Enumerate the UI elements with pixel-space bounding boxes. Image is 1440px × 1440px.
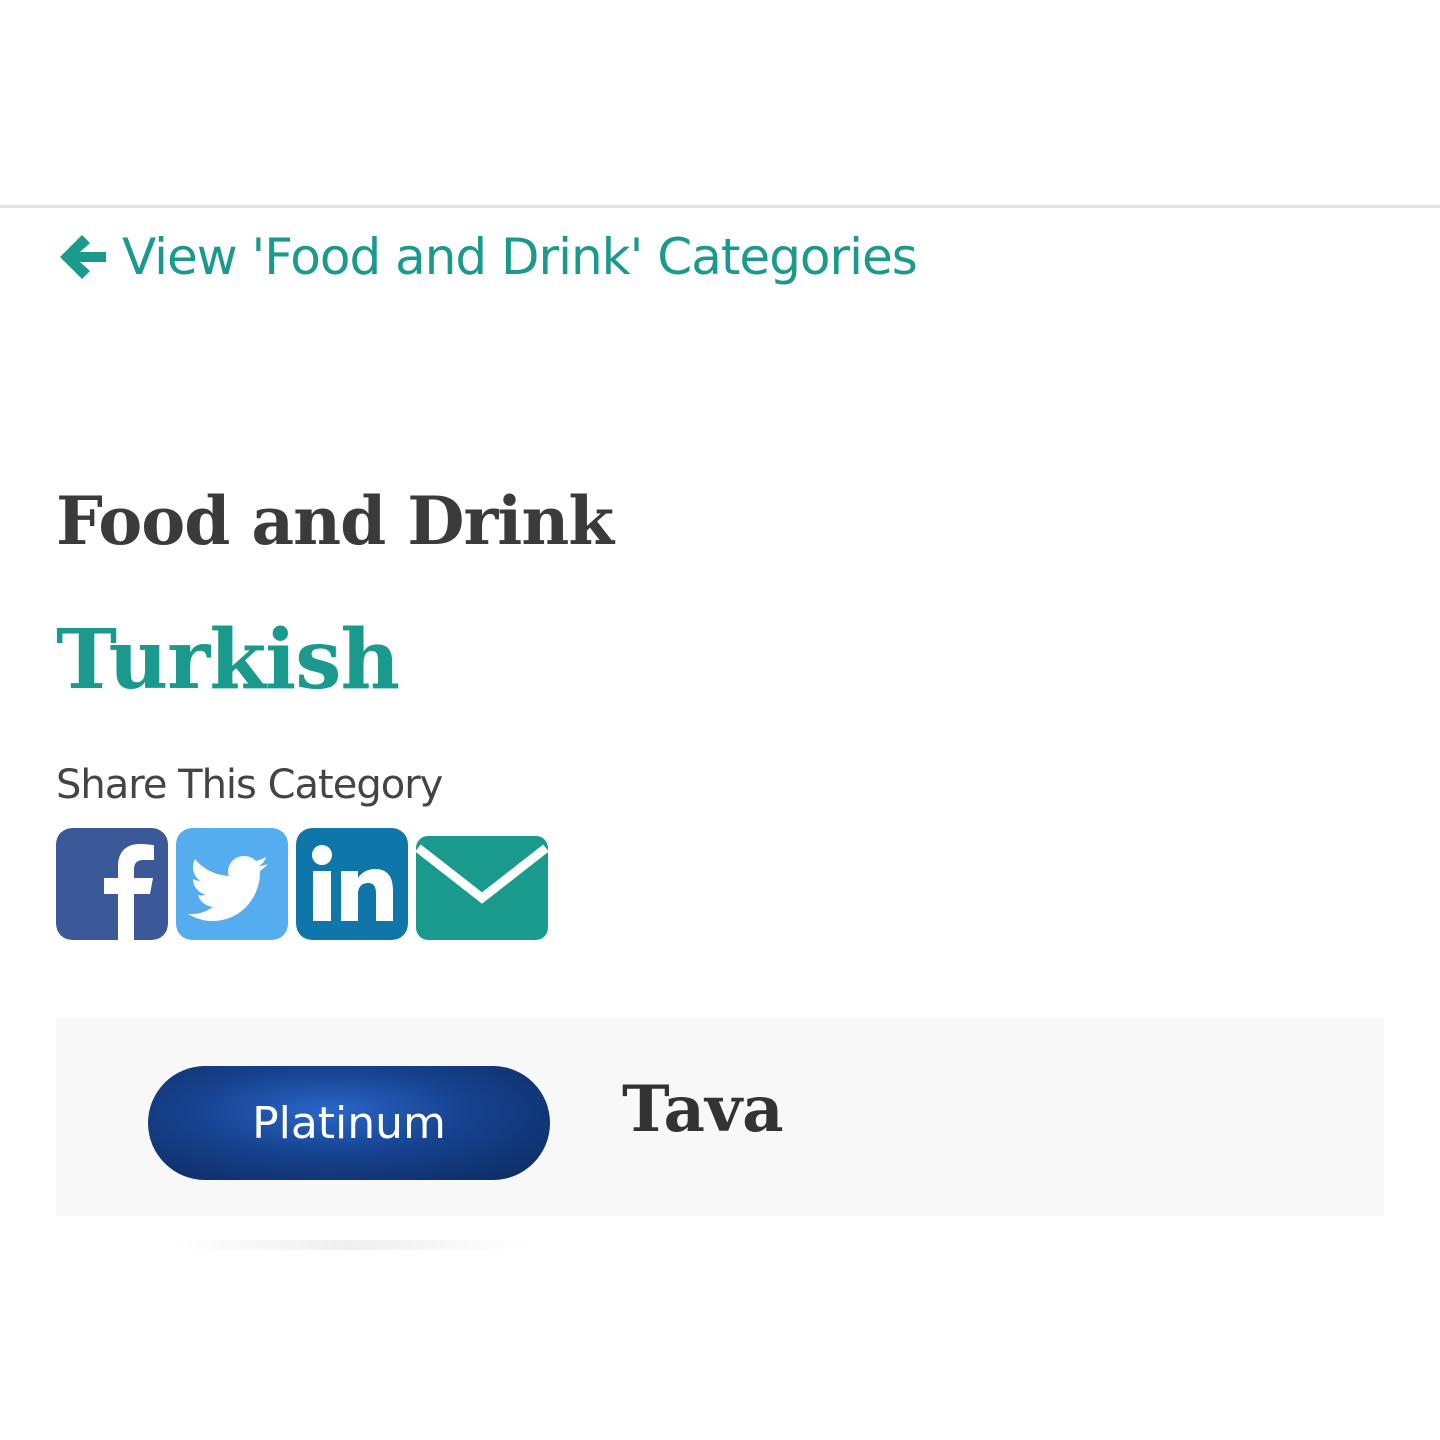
share-linkedin-button[interactable]	[296, 828, 408, 940]
subcategory-title: Turkish	[56, 612, 400, 708]
facebook-icon	[56, 828, 168, 940]
platinum-badge[interactable]: Platinum	[148, 1066, 550, 1180]
faint-divider	[170, 1240, 530, 1250]
back-to-categories-link[interactable]: View 'Food and Drink' Categories	[56, 222, 918, 292]
category-title: Food and Drink	[56, 482, 614, 560]
page-header-area	[0, 0, 1440, 205]
share-buttons	[56, 828, 548, 940]
share-label: Share This Category	[56, 762, 443, 808]
arrow-left-icon	[60, 235, 106, 279]
twitter-icon	[176, 828, 288, 940]
back-link-label: View 'Food and Drink' Categories	[122, 228, 918, 286]
linkedin-icon	[296, 828, 408, 940]
listing-name[interactable]: Tava	[622, 1072, 784, 1147]
envelope-icon	[416, 836, 548, 940]
share-twitter-button[interactable]	[176, 828, 288, 940]
header-divider	[0, 205, 1440, 208]
listing-row[interactable]: Platinum Tava	[56, 1018, 1384, 1216]
share-facebook-button[interactable]	[56, 828, 168, 940]
share-email-button[interactable]	[416, 828, 548, 940]
